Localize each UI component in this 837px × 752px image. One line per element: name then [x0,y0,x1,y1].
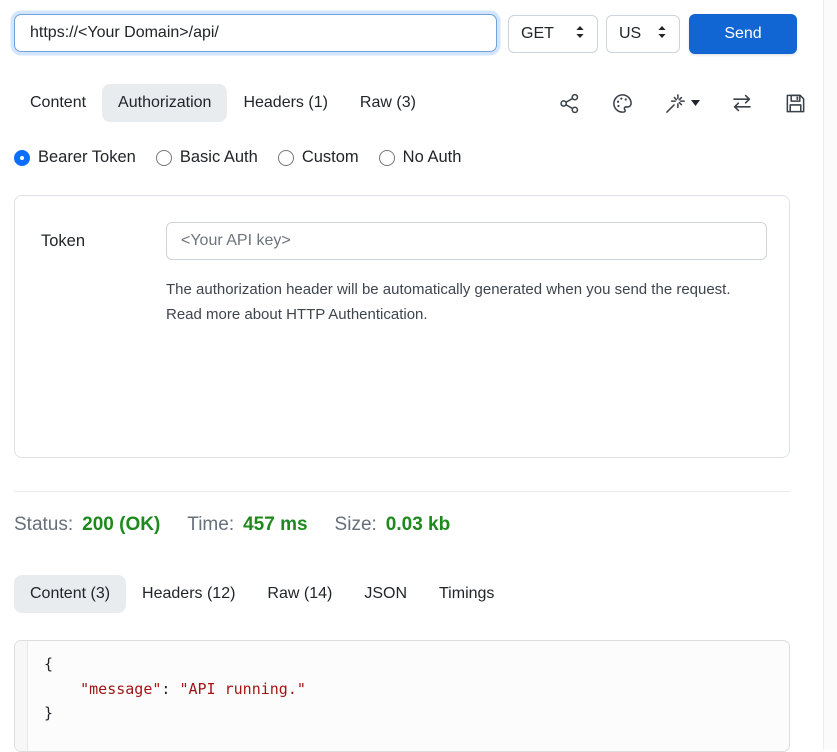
status-label: Status: [14,514,73,536]
updown-arrows-icon [575,25,585,44]
tab-headers[interactable]: Headers (1) [227,84,343,122]
code-gutter [15,641,28,751]
auth-option-label: No Auth [403,148,462,167]
response-tab-content[interactable]: Content (3) [14,575,126,613]
size-value: 0.03 kb [386,514,450,536]
auth-option-label: Custom [302,148,359,167]
token-input[interactable] [166,222,767,260]
response-tab-timings[interactable]: Timings [423,575,510,613]
status-group: Status: 200 (OK) [14,514,160,536]
token-label: Token [41,232,166,251]
response-tabs: Content (3) Headers (12) Raw (14) JSON T… [14,575,837,613]
time-value: 457 ms [243,514,307,536]
updown-arrows-icon [657,25,667,44]
response-tab-json[interactable]: JSON [348,575,423,613]
response-body-viewer[interactable]: { "message": "API running."} [14,640,790,752]
region-select[interactable]: US [606,15,680,53]
tab-authorization[interactable]: Authorization [102,84,227,122]
section-divider [14,491,790,492]
response-tab-raw[interactable]: Raw (14) [251,575,348,613]
save-icon[interactable] [784,92,807,115]
auth-option-custom[interactable]: Custom [278,148,359,167]
radio-unchecked-icon[interactable] [379,150,395,166]
request-tabs: Content Authorization Headers (1) Raw (3… [14,84,837,122]
auth-option-label: Bearer Token [38,148,136,167]
response-json-body: { "message": "API running."} [28,641,322,751]
method-select-value: GET [521,25,554,43]
response-tab-headers[interactable]: Headers (12) [126,575,251,613]
auth-option-label: Basic Auth [180,148,258,167]
auth-type-options: Bearer Token Basic Auth Custom No Auth [14,148,837,167]
tab-raw[interactable]: Raw (3) [344,84,432,122]
radio-checked-icon[interactable] [14,150,30,166]
token-help-text: The authorization header will be automat… [166,277,766,327]
request-bar: GET US Send [14,14,837,54]
bearer-token-panel: Token The authorization header will be a… [14,195,790,458]
toolbar-icons [558,91,807,115]
size-group: Size: 0.03 kb [335,514,451,536]
radio-unchecked-icon[interactable] [156,150,172,166]
method-select[interactable]: GET [508,15,598,53]
status-value: 200 (OK) [82,514,160,536]
response-status-row: Status: 200 (OK) Time: 457 ms Size: 0.03… [14,514,837,536]
scrollbar-gutter [823,0,837,750]
magic-wand-icon[interactable] [664,92,700,115]
size-label: Size: [335,514,377,536]
auth-option-bearer-token[interactable]: Bearer Token [14,148,136,167]
time-group: Time: 457 ms [187,514,307,536]
region-select-value: US [619,25,641,43]
url-input[interactable] [14,14,497,52]
radio-unchecked-icon[interactable] [278,150,294,166]
send-button[interactable]: Send [689,14,797,54]
token-field-row: Token [41,222,767,260]
swap-arrows-icon[interactable] [730,91,754,115]
auth-option-basic-auth[interactable]: Basic Auth [156,148,258,167]
tab-content[interactable]: Content [14,84,102,122]
palette-icon[interactable] [611,92,634,115]
time-label: Time: [187,514,234,536]
share-icon[interactable] [558,92,581,115]
main-content: GET US Send Content Authorization Header… [0,0,837,752]
auth-option-no-auth[interactable]: No Auth [379,148,462,167]
chevron-down-icon [691,100,700,106]
